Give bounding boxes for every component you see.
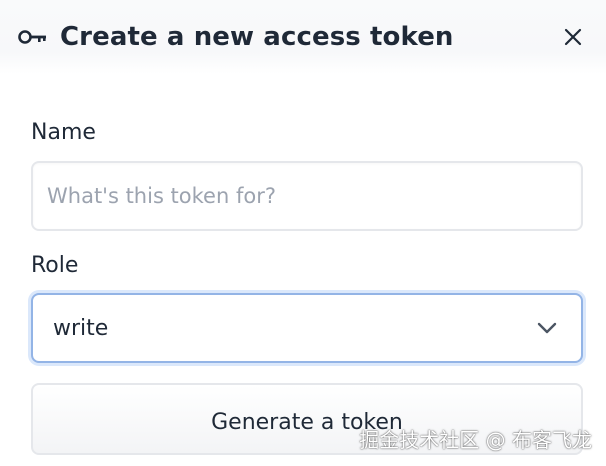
role-label: Role	[31, 253, 79, 278]
create-token-dialog: Create a new access token Name Role writ…	[0, 0, 606, 466]
close-icon[interactable]	[560, 24, 586, 50]
dialog-header: Create a new access token	[0, 0, 606, 74]
role-select-value: write	[53, 315, 109, 341]
key-icon	[18, 26, 48, 48]
role-select[interactable]: write	[31, 293, 583, 363]
dialog-title: Create a new access token	[60, 22, 454, 52]
token-name-input[interactable]	[31, 161, 583, 231]
watermark: 掘金技术社区 @ 布客飞龙	[359, 428, 592, 452]
chevron-down-icon	[535, 316, 559, 340]
name-label: Name	[31, 120, 96, 145]
